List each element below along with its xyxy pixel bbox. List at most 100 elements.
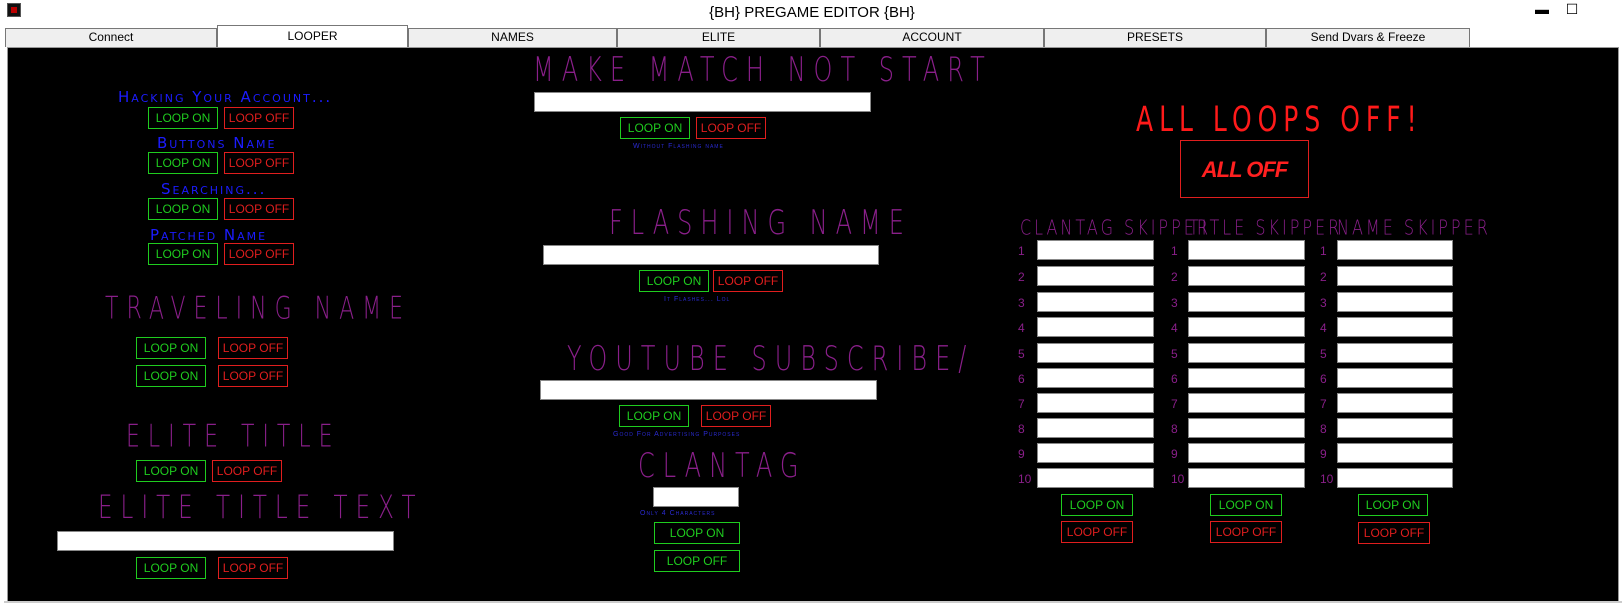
name-skipper-input[interactable] bbox=[1337, 266, 1453, 286]
tab-bar: Connect LOOPER NAMES ELITE ACCOUNT PRESE… bbox=[4, 25, 1624, 47]
title-skipper-heading: TITLE SKIPPER bbox=[1189, 215, 1343, 240]
buttons-loop-on-button[interactable]: LOOP ON bbox=[148, 152, 218, 174]
clantag-skipper-input[interactable] bbox=[1037, 418, 1154, 438]
traveling-loop-on-button-2[interactable]: LOOP ON bbox=[136, 365, 206, 387]
all-off-button[interactable]: ALL OFF bbox=[1180, 140, 1309, 198]
elite-title-text-loop-on-button[interactable]: LOOP ON bbox=[136, 557, 206, 579]
tab-connect[interactable]: Connect bbox=[5, 28, 217, 47]
tab-presets[interactable]: PRESETS bbox=[1044, 28, 1266, 47]
name-skipper-heading: NAME SKIPPER bbox=[1337, 215, 1491, 240]
clantag-skipper-row-number: 5 bbox=[1018, 347, 1025, 361]
flashing-loop-off-button[interactable]: LOOP OFF bbox=[713, 270, 783, 292]
name-skipper-input[interactable] bbox=[1337, 317, 1453, 337]
searching-loop-on-button[interactable]: LOOP ON bbox=[148, 198, 218, 220]
youtube-input[interactable] bbox=[540, 380, 877, 400]
make-match-input[interactable] bbox=[534, 92, 871, 112]
clantag-skipper-input[interactable] bbox=[1037, 443, 1154, 463]
clantag-skipper-input[interactable] bbox=[1037, 292, 1154, 312]
make-match-heading: MAKE MATCH NOT START bbox=[533, 50, 993, 90]
name-skipper-loop-on-button[interactable]: LOOP ON bbox=[1358, 494, 1428, 516]
traveling-loop-off-button-1[interactable]: LOOP OFF bbox=[218, 337, 288, 359]
clantag-skipper-row-number: 1 bbox=[1018, 244, 1025, 258]
youtube-note: Good For Advertising Purposes bbox=[613, 431, 741, 438]
flashing-note: It Flashes... Lol bbox=[664, 296, 731, 303]
title-skipper-loop-on-button[interactable]: LOOP ON bbox=[1210, 494, 1282, 516]
clantag-input[interactable] bbox=[653, 487, 739, 507]
clantag-skipper-loop-on-button[interactable]: LOOP ON bbox=[1061, 494, 1133, 516]
title-skipper-input[interactable] bbox=[1188, 393, 1305, 413]
maximize-icon[interactable]: ☐ bbox=[1557, 0, 1587, 20]
clantag-skipper-input[interactable] bbox=[1037, 343, 1154, 363]
name-skipper-input[interactable] bbox=[1337, 443, 1453, 463]
title-skipper-input[interactable] bbox=[1188, 240, 1305, 260]
make-match-note: Without Flashing name bbox=[633, 143, 724, 150]
elite-title-text-input[interactable] bbox=[57, 531, 394, 551]
clantag-skipper-loop-off-button[interactable]: LOOP OFF bbox=[1061, 521, 1133, 543]
tab-send-dvars[interactable]: Send Dvars & Freeze bbox=[1266, 28, 1470, 47]
youtube-heading: YOUTUBE SUBSCRIBE/ bbox=[567, 339, 975, 379]
clantag-skipper-heading: CLANTAG SKIPPER bbox=[1020, 215, 1211, 240]
clantag-skipper-input[interactable] bbox=[1037, 317, 1154, 337]
name-skipper-input[interactable] bbox=[1337, 418, 1453, 438]
name-skipper-input[interactable] bbox=[1337, 292, 1453, 312]
tab-account[interactable]: ACCOUNT bbox=[820, 28, 1044, 47]
hacking-loop-off-button[interactable]: LOOP OFF bbox=[224, 107, 294, 129]
tab-looper[interactable]: LOOPER bbox=[217, 25, 408, 47]
hacking-loop-on-button[interactable]: LOOP ON bbox=[148, 107, 218, 129]
traveling-loop-off-button-2[interactable]: LOOP OFF bbox=[218, 365, 288, 387]
title-skipper-input[interactable] bbox=[1188, 343, 1305, 363]
clantag-skipper-input[interactable] bbox=[1037, 468, 1154, 488]
title-skipper-input[interactable] bbox=[1188, 443, 1305, 463]
tab-elite[interactable]: ELITE bbox=[617, 28, 820, 47]
clantag-skipper-row-number: 7 bbox=[1018, 397, 1025, 411]
traveling-loop-on-button-1[interactable]: LOOP ON bbox=[136, 337, 206, 359]
all-loops-off-heading: ALL LOOPS OFF! bbox=[1136, 99, 1423, 140]
make-match-loop-on-button[interactable]: LOOP ON bbox=[620, 117, 690, 139]
name-skipper-loop-off-button[interactable]: LOOP OFF bbox=[1358, 522, 1430, 544]
title-skipper-input[interactable] bbox=[1188, 468, 1305, 488]
name-skipper-input[interactable] bbox=[1337, 368, 1453, 388]
youtube-loop-on-button[interactable]: LOOP ON bbox=[619, 405, 689, 427]
clantag-loop-on-button[interactable]: LOOP ON bbox=[654, 522, 740, 544]
clantag-skipper-row-number: 4 bbox=[1018, 321, 1025, 335]
title-skipper-input[interactable] bbox=[1188, 418, 1305, 438]
clantag-skipper-input[interactable] bbox=[1037, 240, 1154, 260]
searching-loop-off-button[interactable]: LOOP OFF bbox=[224, 198, 294, 220]
clantag-skipper-row-number: 6 bbox=[1018, 372, 1025, 386]
searching-label: Searching... bbox=[161, 180, 267, 198]
clantag-skipper-input[interactable] bbox=[1037, 393, 1154, 413]
elite-title-loop-off-button[interactable]: LOOP OFF bbox=[212, 460, 282, 482]
youtube-loop-off-button[interactable]: LOOP OFF bbox=[701, 405, 771, 427]
patched-loop-on-button[interactable]: LOOP ON bbox=[148, 243, 218, 265]
window-title-bar: {BH} PREGAME EDITOR {BH} ▬ ☐ bbox=[0, 0, 1624, 24]
clantag-skipper-row-number: 3 bbox=[1018, 296, 1025, 310]
clantag-skipper-row-number: 8 bbox=[1018, 422, 1025, 436]
elite-title-loop-on-button[interactable]: LOOP ON bbox=[136, 460, 206, 482]
title-skipper-input[interactable] bbox=[1188, 292, 1305, 312]
name-skipper-input[interactable] bbox=[1337, 393, 1453, 413]
name-skipper-input[interactable] bbox=[1337, 343, 1453, 363]
clantag-skipper-input[interactable] bbox=[1037, 368, 1154, 388]
flashing-name-input[interactable] bbox=[543, 245, 879, 265]
hacking-label: Hacking Your Account... bbox=[118, 88, 333, 106]
window-title: {BH} PREGAME EDITOR {BH} bbox=[709, 4, 915, 21]
traveling-name-heading: TRAVELING NAME bbox=[105, 292, 412, 327]
minimize-icon[interactable]: ▬ bbox=[1527, 0, 1557, 20]
title-skipper-input[interactable] bbox=[1188, 368, 1305, 388]
title-skipper-loop-off-button[interactable]: LOOP OFF bbox=[1210, 521, 1282, 543]
title-skipper-input[interactable] bbox=[1188, 317, 1305, 337]
clantag-loop-off-button[interactable]: LOOP OFF bbox=[654, 550, 740, 572]
title-skipper-input[interactable] bbox=[1188, 266, 1305, 286]
name-skipper-input[interactable] bbox=[1337, 468, 1453, 488]
elite-title-text-loop-off-button[interactable]: LOOP OFF bbox=[218, 557, 288, 579]
name-skipper-input[interactable] bbox=[1337, 240, 1453, 260]
clantag-skipper-row-number: 2 bbox=[1018, 270, 1025, 284]
patched-loop-off-button[interactable]: LOOP OFF bbox=[224, 243, 294, 265]
elite-title-heading: ELITE TITLE bbox=[126, 420, 341, 455]
clantag-skipper-row-number: 10 bbox=[1018, 472, 1032, 486]
flashing-loop-on-button[interactable]: LOOP ON bbox=[639, 270, 709, 292]
tab-names[interactable]: NAMES bbox=[408, 28, 617, 47]
buttons-loop-off-button[interactable]: LOOP OFF bbox=[224, 152, 294, 174]
clantag-skipper-input[interactable] bbox=[1037, 266, 1154, 286]
make-match-loop-off-button[interactable]: LOOP OFF bbox=[696, 117, 766, 139]
